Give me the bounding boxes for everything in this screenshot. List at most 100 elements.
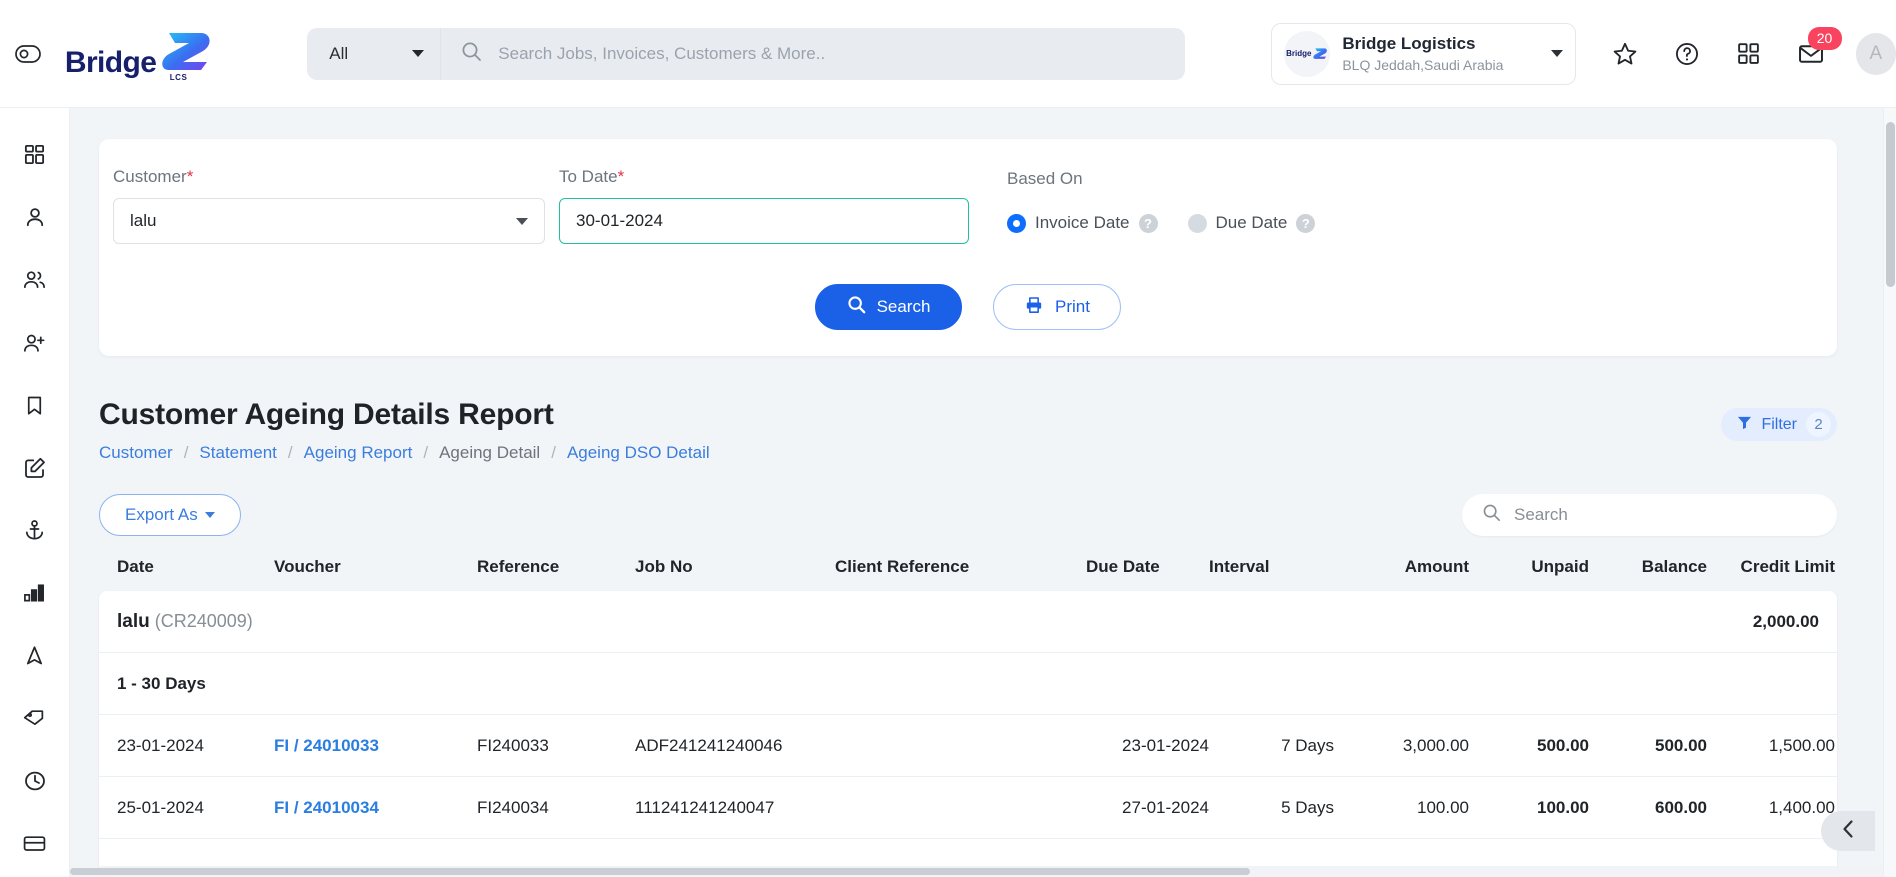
chevron-left-icon xyxy=(1840,817,1857,846)
column-header-balance[interactable]: Balance xyxy=(1589,557,1707,577)
table-row[interactable]: 25-01-2024 FI / 24010034 FI240034 111241… xyxy=(99,777,1837,839)
voucher-link[interactable]: FI / 24010034 xyxy=(274,798,379,817)
filter-panel: Customer* lalu To Date* 30-01-2024 Based… xyxy=(99,139,1837,356)
sidebar-item-reports[interactable] xyxy=(0,564,70,627)
help-invoice-date-icon[interactable]: ? xyxy=(1138,213,1158,233)
card-icon xyxy=(22,833,47,859)
breadcrumb-item-ageing-dso-detail[interactable]: Ageing DSO Detail xyxy=(567,443,710,463)
to-date-input[interactable]: 30-01-2024 xyxy=(559,198,969,244)
customer-selected-value: lalu xyxy=(130,211,157,230)
sidebar-item-edit[interactable] xyxy=(0,439,70,502)
breadcrumb-item-ageing-report[interactable]: Ageing Report xyxy=(304,443,413,463)
customer-label-text: Customer xyxy=(113,167,187,186)
cell-amount: 100.00 xyxy=(1417,797,1469,817)
help-circle-icon[interactable] xyxy=(1672,39,1702,69)
organization-switcher[interactable]: Bridge Bridge Logistics BLQ Jeddah,Saudi… xyxy=(1271,22,1576,85)
cell-balance: 500.00 xyxy=(1655,735,1707,755)
cell-unpaid: 100.00 xyxy=(1537,797,1589,817)
ageing-details-table: Date Voucher Reference Job No Client Ref… xyxy=(99,536,1837,877)
voucher-link[interactable]: FI / 24010033 xyxy=(274,736,379,755)
avatar[interactable]: A xyxy=(1855,32,1896,75)
customer-group-row: lalu (CR240009) 2,000.00 xyxy=(99,591,1837,653)
search-icon xyxy=(461,41,482,67)
radio-due-date[interactable]: Due Date xyxy=(1187,213,1287,233)
breadcrumb-item-customer[interactable]: Customer xyxy=(99,443,173,463)
breadcrumb-separator: / xyxy=(423,443,429,462)
cell-reference: FI240033 xyxy=(477,735,549,755)
cell-credit-limit: 1,500.00 xyxy=(1768,735,1835,755)
breadcrumb-item-ageing-detail: Ageing Detail xyxy=(439,443,541,462)
users-group-icon xyxy=(22,267,47,297)
sidebar-item-dashboard[interactable] xyxy=(0,126,70,189)
print-button-label: Print xyxy=(1055,297,1090,316)
table-search-input[interactable] xyxy=(1514,505,1817,525)
based-on-group: Based On Invoice Date ? Due Date ? xyxy=(1007,167,1316,244)
column-header-voucher[interactable]: Voucher xyxy=(274,557,477,577)
cell-voucher: FI / 24010033 xyxy=(274,736,477,756)
column-header-amount[interactable]: Amount xyxy=(1334,557,1469,577)
export-as-button[interactable]: Export As xyxy=(99,494,241,536)
mail-icon[interactable]: 20 xyxy=(1796,26,1842,69)
table-header-row: Date Voucher Reference Job No Client Ref… xyxy=(99,536,1837,591)
sidebar-item-navigation[interactable] xyxy=(0,627,70,690)
horizontal-scrollbar-thumb[interactable] xyxy=(70,868,1250,875)
eye-toggle-icon[interactable] xyxy=(14,43,43,65)
cell-due-date: 23-01-2024 xyxy=(1122,735,1209,755)
search-button[interactable]: Search xyxy=(815,284,962,330)
chevron-down-icon xyxy=(516,217,528,225)
sidebar-item-anchor[interactable] xyxy=(0,501,70,564)
sidebar-item-tags[interactable] xyxy=(0,689,70,752)
brand-logo[interactable]: Bridge LCS xyxy=(65,29,217,82)
vertical-scrollbar[interactable] xyxy=(1883,108,1896,877)
print-button[interactable]: Print xyxy=(993,284,1121,330)
mail-badge: 20 xyxy=(1807,26,1842,50)
horizontal-scrollbar[interactable] xyxy=(70,866,1883,877)
column-header-job-no[interactable]: Job No xyxy=(635,557,835,577)
report-header: Customer Ageing Details Report Customer … xyxy=(99,398,1837,463)
cell-interval: 7 Days xyxy=(1281,735,1334,755)
sidebar-item-billing[interactable] xyxy=(0,814,70,877)
breadcrumb-separator: / xyxy=(551,443,556,462)
radio-invoice-date-label: Invoice Date xyxy=(1035,213,1130,232)
sidebar-item-users[interactable] xyxy=(0,251,70,314)
column-header-date[interactable]: Date xyxy=(117,557,274,577)
column-header-credit-limit[interactable]: Credit Limit xyxy=(1707,557,1835,577)
customer-group-credit-limit: 2,000.00 xyxy=(1752,611,1819,631)
sidebar-item-user[interactable] xyxy=(0,189,70,252)
column-header-unpaid[interactable]: Unpaid xyxy=(1469,557,1589,577)
column-header-reference[interactable]: Reference xyxy=(477,557,635,577)
customer-group-code: (CR240009) xyxy=(154,611,253,631)
breadcrumb-item-statement[interactable]: Statement xyxy=(199,443,277,463)
sidebar-item-add-user[interactable] xyxy=(0,314,70,377)
chevron-down-icon xyxy=(204,512,215,518)
organization-name: Bridge Logistics xyxy=(1342,33,1476,53)
sidebar-item-bookmark[interactable] xyxy=(0,376,70,439)
star-icon[interactable] xyxy=(1610,39,1640,69)
search-scope-value: All xyxy=(329,43,349,63)
help-due-date-icon[interactable]: ? xyxy=(1296,213,1316,233)
table-toolbar: Export As xyxy=(99,494,1837,536)
ageing-bucket-row: 1 - 30 Days xyxy=(99,653,1837,715)
cell-balance: 600.00 xyxy=(1655,797,1707,817)
top-navigation-bar: Bridge LCS All Search Jobs, Invoices, Cu… xyxy=(0,0,1896,108)
column-header-interval[interactable]: Interval xyxy=(1209,557,1334,577)
search-scope-select[interactable]: All xyxy=(307,28,440,80)
search-input[interactable] xyxy=(498,43,1186,64)
navigation-icon xyxy=(23,644,46,672)
filter-chip-label: Filter xyxy=(1761,415,1797,433)
radio-invoice-date[interactable]: Invoice Date xyxy=(1007,213,1130,233)
vertical-scrollbar-thumb[interactable] xyxy=(1886,122,1895,287)
filter-chip-button[interactable]: Filter 2 xyxy=(1721,408,1837,441)
collapse-panel-button[interactable] xyxy=(1821,811,1875,851)
table-row[interactable]: 23-01-2024 FI / 24010033 FI240033 ADF241… xyxy=(99,715,1837,777)
apps-grid-icon[interactable] xyxy=(1734,39,1764,69)
sidebar-item-history[interactable] xyxy=(0,752,70,815)
cell-date: 23-01-2024 xyxy=(117,735,204,755)
based-on-label: Based On xyxy=(1007,169,1083,188)
column-header-client-reference[interactable]: Client Reference xyxy=(835,557,1086,577)
column-header-due-date[interactable]: Due Date xyxy=(1086,557,1209,577)
organization-logo-icon: Bridge xyxy=(1284,30,1331,77)
customer-select[interactable]: lalu xyxy=(113,198,545,244)
ageing-bucket-label: 1 - 30 Days xyxy=(117,673,206,693)
dashboard-grid-icon xyxy=(23,143,46,171)
